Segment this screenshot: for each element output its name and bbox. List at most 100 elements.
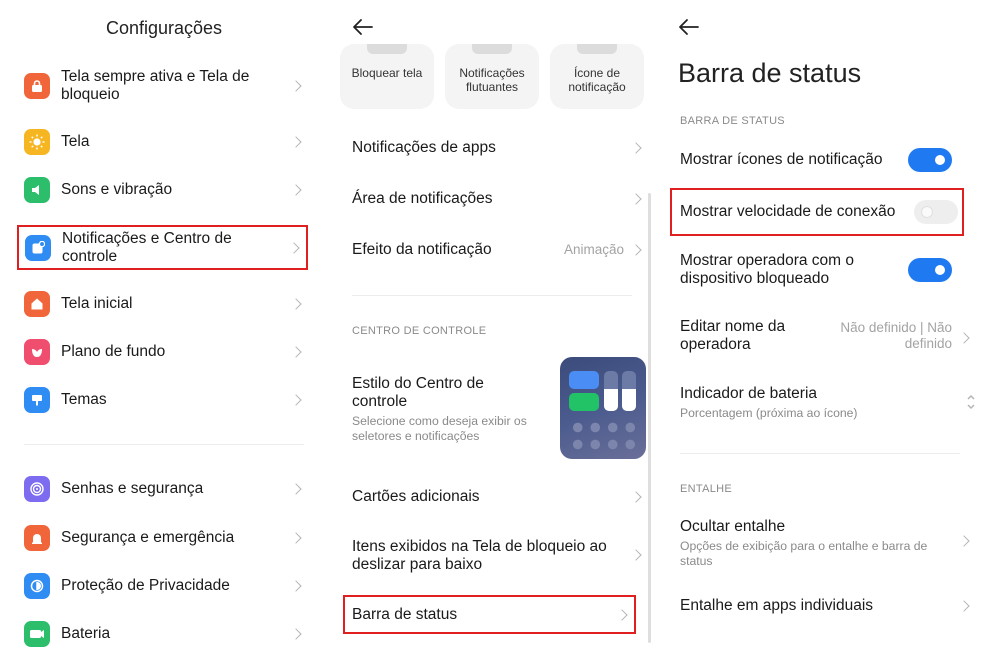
back-arrow-icon[interactable] [352,18,374,36]
settings-item-emergency[interactable]: Segurança e emergência [18,520,308,556]
row-label: Cartões adicionais [352,488,480,505]
settings-item-wallpaper[interactable]: Plano de fundo [18,334,308,370]
row-label: Barra de status [352,606,458,623]
page-title: Barra de status [678,58,862,88]
row-label: Mostrar ícones de notificação [680,151,883,168]
edit-carrier-name-row[interactable]: Editar nome da operadora Não definido | … [670,316,976,360]
status-bar-panel: Barra de status BARRA DE STATUS Mostrar … [656,0,984,655]
settings-item-label: Notificações e Centro de controle [62,229,232,265]
settings-item-themes[interactable]: Temas [18,382,308,418]
notification-effect-value: Animação [563,242,624,257]
notification-effect-row[interactable]: Efeito da notificação Animação [342,232,648,268]
flower-icon [24,339,50,365]
row-label: Ocultar entalhe [680,518,786,535]
notifications-panel: Bloquear tela Notificações flutuantes Íc… [328,0,656,655]
notification-area-row[interactable]: Área de notificações [342,181,648,217]
settings-item-always-on-display[interactable]: Tela sempre ativa e Tela de bloqueio [18,62,308,110]
chevron-right-icon [630,142,642,154]
settings-item-label: Tela inicial [61,295,133,312]
notification-icon [25,234,51,261]
scrollbar[interactable] [648,193,651,643]
toggle-knob [935,265,945,275]
fingerprint-icon [24,476,50,502]
show-connection-speed-row[interactable]: Mostrar velocidade de conexão [670,188,964,236]
up-down-chevron-icon [967,394,975,410]
show-notification-icons-toggle[interactable] [908,148,952,172]
row-label: Entalhe em apps individuais [680,597,874,614]
tile-floating-notifications[interactable]: Notificações flutuantes [445,44,539,109]
app-notifications-row[interactable]: Notificações de apps [342,130,648,166]
settings-item-label: Senhas e segurança [61,480,204,497]
settings-item-label: Proteção de Privacidade [61,577,230,594]
chevron-right-icon [958,535,970,547]
lockscreen-items-row[interactable]: Itens exibidos na Tela de bloqueio ao de… [342,530,648,580]
tile-label: Bloquear tela [351,66,423,80]
settings-item-label: Temas [61,391,107,408]
carrier-name-value: Não definido | Não definido [840,320,952,351]
settings-item-notifications[interactable]: Notificações e Centro de controle [17,225,308,270]
show-carrier-locked-toggle[interactable] [908,258,952,282]
section-header-notch: ENTALHE [680,483,733,495]
row-label: Notificações de apps [352,139,496,156]
control-center-preview [560,357,646,459]
chevron-right-icon [616,608,628,621]
back-arrow-icon[interactable] [678,18,700,36]
chevron-right-icon [290,483,302,495]
lock-icon [24,73,50,99]
row-label: Efeito da notificação [352,241,492,258]
brush-icon [24,387,50,413]
show-connection-speed-toggle[interactable] [914,200,958,224]
settings-item-display[interactable]: Tela [18,124,308,160]
settings-item-sound[interactable]: Sons e vibração [18,172,308,208]
page-title: Configurações [105,18,223,38]
row-label: Indicador de bateria [680,385,818,402]
section-header-status-bar: BARRA DE STATUS [680,115,785,127]
divider [352,295,632,296]
status-bar-row[interactable]: Barra de status [343,595,636,634]
settings-item-label: Plano de fundo [61,343,166,360]
tile-lock-screen[interactable]: Bloquear tela [340,44,434,109]
chevron-right-icon [958,600,970,612]
row-sublabel: Porcentagem (próxima ao ícone) [680,406,858,420]
additional-cards-row[interactable]: Cartões adicionais [342,479,648,515]
toggle-knob [935,155,945,165]
tile-label: Ícone de notificação [568,66,626,94]
row-sublabel: Opções de exibição para o entalhe e barr… [680,539,928,568]
chevron-right-icon [630,491,642,503]
settings-item-battery[interactable]: Bateria [18,616,308,652]
settings-item-label: Sons e vibração [61,181,173,198]
battery-icon [24,621,50,647]
chevron-right-icon [290,394,302,406]
tile-label: Notificações flutuantes [459,66,525,94]
divider [680,453,960,454]
settings-item-label: Tela sempre ativa e Tela de bloqueio [61,68,250,103]
chevron-right-icon [630,549,642,561]
settings-item-label: Segurança e emergência [61,529,235,546]
row-label: Mostrar velocidade de conexão [680,203,896,220]
battery-indicator-row[interactable]: Indicador de bateria Porcentagem (próxim… [670,383,976,427]
settings-item-home-screen[interactable]: Tela inicial [18,286,308,322]
chevron-right-icon [290,80,302,92]
settings-item-label: Bateria [61,625,111,642]
chevron-right-icon [290,580,302,592]
chevron-right-icon [630,244,642,256]
chevron-right-icon [290,184,302,196]
chevron-right-icon [290,628,302,640]
show-carrier-locked-row[interactable]: Mostrar operadora com o dispositivo bloq… [670,250,976,294]
settings-item-privacy[interactable]: Proteção de Privacidade [18,568,308,604]
settings-item-label: Tela [61,133,90,150]
settings-item-passwords-security[interactable]: Senhas e segurança [18,471,308,507]
privacy-icon [24,573,50,599]
speaker-icon [24,177,50,203]
show-notification-icons-row[interactable]: Mostrar ícones de notificação [670,143,976,177]
row-label: Área de notificações [352,190,493,207]
section-header-control-center: CENTRO DE CONTROLE [352,325,487,337]
notch-per-app-row[interactable]: Entalhe em apps individuais [670,589,976,623]
settings-panel: Configurações Tela sempre ativa e Tela d… [0,0,328,655]
control-center-style-row[interactable]: Estilo do Centro de controle Selecione c… [342,355,648,461]
tile-notification-icon[interactable]: Ícone de notificação [550,44,644,109]
emergency-icon [24,525,50,551]
chevron-right-icon [290,346,302,358]
chevron-right-icon [958,332,970,344]
hide-notch-row[interactable]: Ocultar entalhe Opções de exibição para … [670,516,976,568]
